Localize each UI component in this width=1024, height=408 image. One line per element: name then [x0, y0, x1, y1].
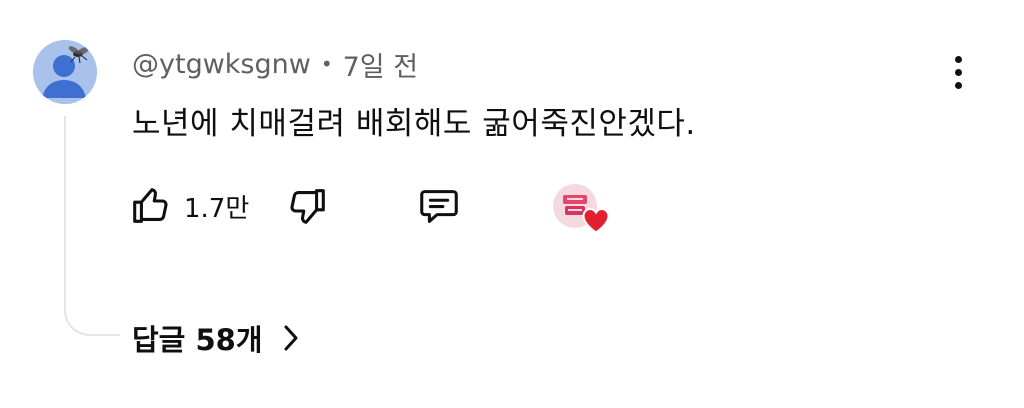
more-actions-button[interactable] — [940, 50, 976, 94]
like-button[interactable]: 1.7만 — [128, 180, 249, 232]
comment-header: @ytgwksgnw • 7일 전 — [132, 44, 418, 84]
comment-thread: @ytgwksgnw • 7일 전 노년에 치매걸려 배회해도 굶어죽진안겠다.… — [0, 0, 1024, 408]
comment-bubble-icon — [420, 190, 458, 223]
kebab-dot — [954, 81, 962, 89]
header-separator: • — [320, 52, 333, 76]
thumbs-up-icon — [133, 188, 168, 223]
comment-time[interactable]: 7일 전 — [343, 45, 418, 84]
chevron-right-icon — [283, 324, 299, 352]
thumbs-down-icon — [290, 189, 325, 224]
kebab-dot — [954, 68, 962, 76]
comment-text: 노년에 치매걸려 배회해도 굶어죽진안겠다. — [132, 106, 696, 142]
author-handle[interactable]: @ytgwksgnw — [132, 49, 311, 80]
replies-count-label: 답글 58개 — [132, 323, 263, 357]
author-avatar[interactable] — [33, 40, 97, 104]
like-count: 1.7만 — [184, 193, 250, 224]
default-avatar-icon — [33, 40, 97, 104]
dislike-button[interactable] — [284, 180, 330, 232]
reply-thread-line — [64, 116, 120, 336]
comment-actions: 1.7만 — [128, 180, 628, 234]
reply-button[interactable] — [416, 180, 462, 232]
heart-icon — [581, 206, 611, 234]
kebab-dot — [954, 55, 962, 63]
view-replies-button[interactable]: 답글 58개 — [132, 316, 299, 360]
creator-heart-badge — [553, 184, 613, 236]
